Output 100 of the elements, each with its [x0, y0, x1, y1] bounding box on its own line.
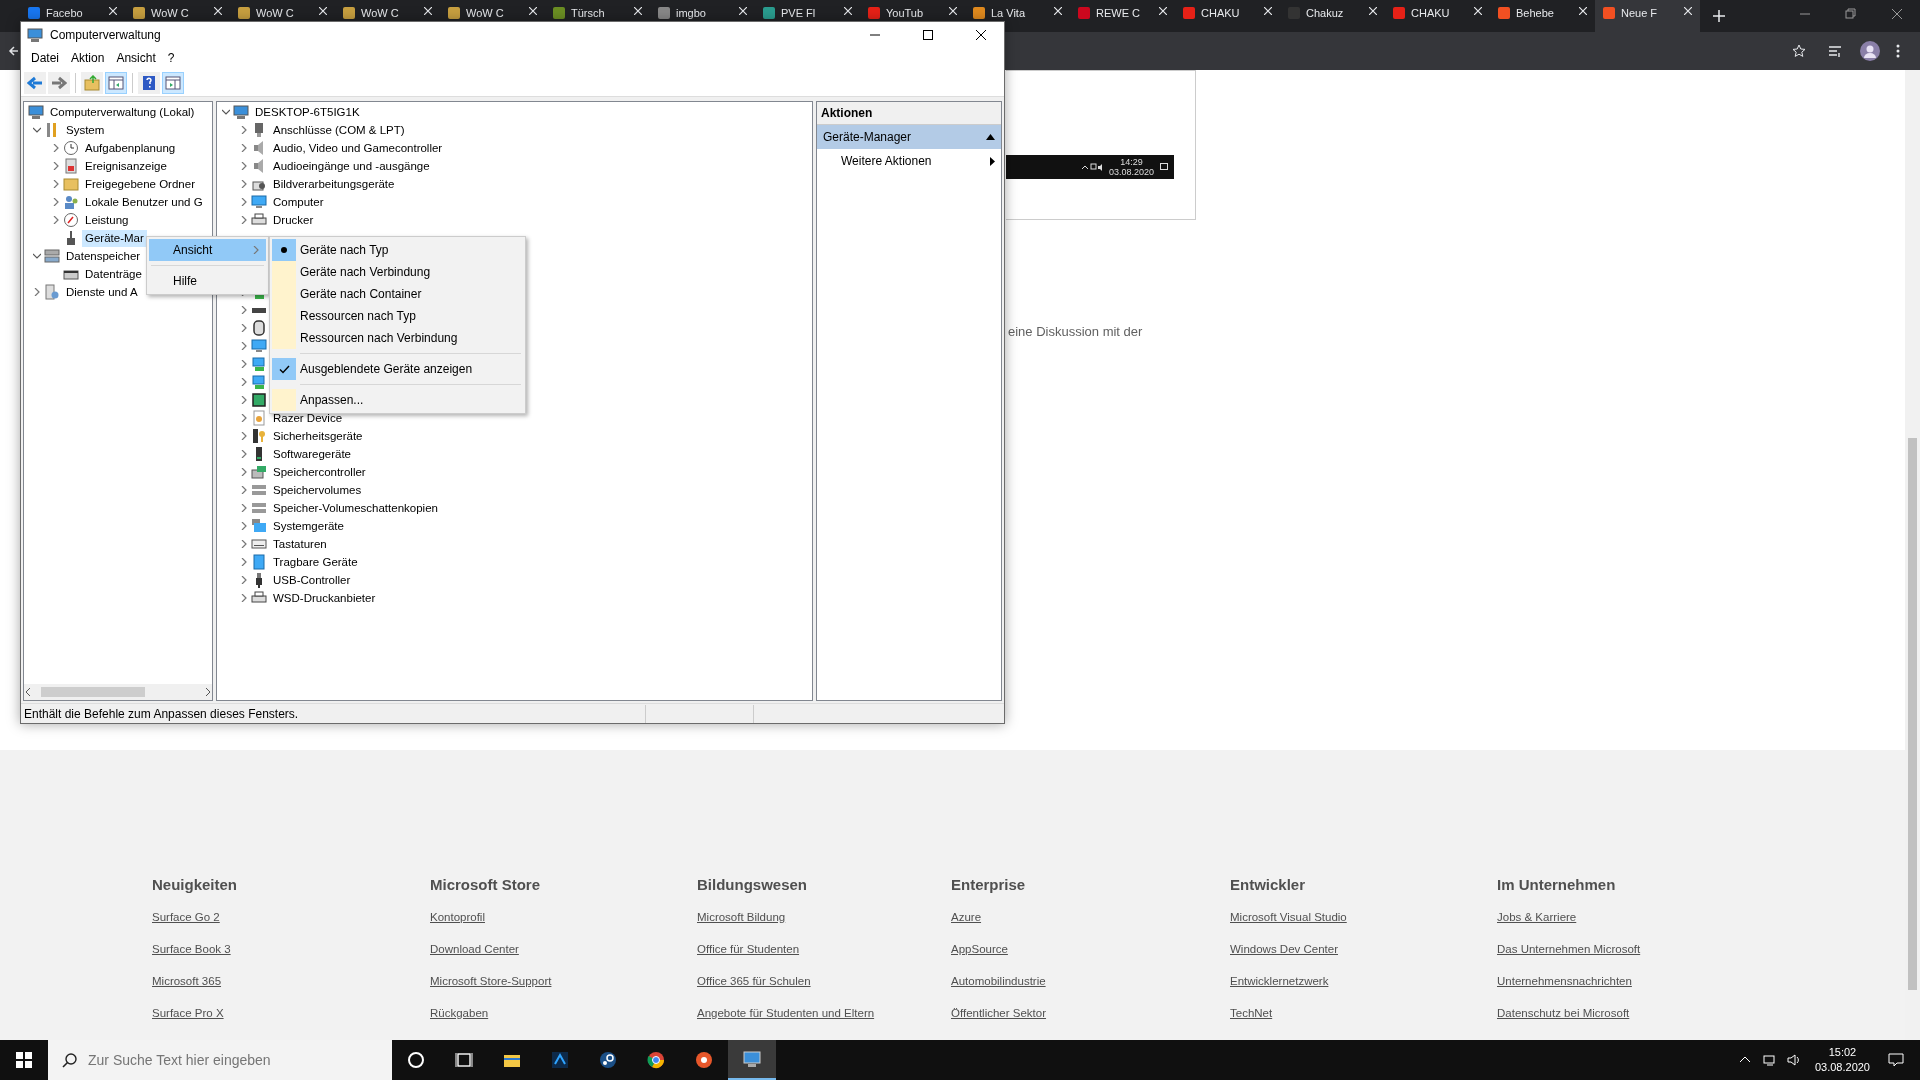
tree-item[interactable]: Audio, Video und Gamecontroller [270, 139, 446, 157]
menu-item[interactable]: Anpassen... [272, 389, 523, 411]
chevron-icon[interactable] [52, 162, 60, 170]
footer-link[interactable]: TechNet [1230, 1004, 1273, 1037]
tree-item[interactable]: Datenspeicher [63, 247, 144, 265]
menu-item[interactable]: Hilfe [149, 270, 266, 292]
chevron-icon[interactable] [222, 108, 230, 116]
back-icon[interactable] [8, 45, 20, 57]
maximize-icon[interactable] [923, 29, 933, 40]
footer-link[interactable]: Öffentlicher Sektor [951, 1004, 1047, 1037]
chevron-icon[interactable] [240, 342, 248, 350]
network-icon[interactable] [1762, 1054, 1775, 1066]
chevron-icon[interactable] [33, 288, 41, 296]
chevron-icon[interactable] [240, 144, 248, 152]
tree-item[interactable]: Razer Device [270, 409, 346, 427]
browser-tab[interactable]: WoW C [230, 0, 335, 21]
tree-item[interactable]: Leistung [82, 211, 132, 229]
tree-item[interactable]: Bildverarbeitungsgeräte [270, 175, 398, 193]
tree-item[interactable]: Speicher-Volumeschattenkopien [270, 499, 441, 517]
footer-link[interactable]: Surface Pro X [152, 1004, 224, 1037]
menu-item[interactable]: Geräte nach Container [272, 283, 523, 305]
tree-item[interactable]: Sicherheitsgeräte [270, 427, 366, 445]
chevron-icon[interactable] [240, 396, 248, 404]
search-field[interactable]: Zur Suche Text hier eingeben [48, 1040, 392, 1080]
tree-item[interactable]: WSD-Druckanbieter [270, 589, 379, 607]
browser-tab[interactable]: Türsch [545, 0, 650, 21]
tree-item[interactable]: Tragbare Geräte [270, 553, 361, 571]
browser-tab[interactable]: WoW C [335, 0, 440, 21]
browser-tab[interactable]: PVE Fl [755, 0, 860, 21]
footer-link[interactable]: Microsoft 365 [152, 972, 222, 1005]
browser-tab[interactable]: Facebo [20, 0, 125, 21]
action-link[interactable]: Weitere Aktionen [817, 149, 1001, 173]
chevron-icon[interactable] [52, 198, 60, 206]
footer-link[interactable]: AppSource [951, 940, 1008, 973]
footer-link[interactable]: Azure [951, 908, 982, 941]
footer-link[interactable]: Surface Go 2 [152, 908, 220, 941]
chevron-icon[interactable] [240, 360, 248, 368]
tree-item[interactable]: Dienste und A [63, 283, 141, 301]
close-icon[interactable] [976, 29, 986, 40]
chevron-icon[interactable] [240, 414, 248, 422]
browser-tab[interactable]: CHAKU [1175, 0, 1280, 21]
tree-item[interactable]: Systemgeräte [270, 517, 347, 535]
menu-item[interactable]: Ressourcen nach Typ [272, 305, 523, 327]
footer-link[interactable]: Angebote für Studenten und Eltern [697, 1004, 875, 1037]
footer-link[interactable]: Microsoft Store-Support [430, 972, 552, 1005]
chevron-icon[interactable] [240, 540, 248, 548]
browser-tab[interactable]: REWE C [1070, 0, 1175, 21]
tree-item[interactable]: System [63, 121, 108, 139]
chevron-icon[interactable] [240, 486, 248, 494]
toolbar-button[interactable] [105, 71, 127, 94]
browser-tab[interactable]: WoW C [125, 0, 230, 21]
tree-item[interactable]: Freigegebene Ordner [82, 175, 198, 193]
browser-tab[interactable]: CHAKU [1385, 0, 1490, 21]
menu-item[interactable]: Datei [25, 49, 65, 67]
scroll-right-icon[interactable] [204, 688, 212, 696]
browser-tab[interactable]: Neue F [1595, 0, 1700, 32]
footer-link[interactable]: Microsoft Visual Studio [1230, 908, 1347, 941]
footer-link[interactable]: Kontoprofil [430, 908, 485, 941]
chevron-icon[interactable] [240, 180, 248, 188]
browser-tab[interactable]: imgbo [650, 0, 755, 21]
footer-link[interactable]: Windows Dev Center [1230, 940, 1338, 973]
toolbar-button[interactable] [81, 71, 103, 94]
tree-item[interactable]: USB-Controller [270, 571, 354, 589]
chevron-icon[interactable] [52, 144, 60, 152]
footer-link[interactable]: Office 365 für Schulen [697, 972, 811, 1005]
chevron-icon[interactable] [240, 576, 248, 584]
scrollbar[interactable] [24, 684, 212, 700]
tree-item[interactable]: Computer [270, 193, 327, 211]
toolbar-button[interactable] [162, 71, 184, 94]
tree-item[interactable]: Computerverwaltung (Lokal) [47, 103, 198, 121]
section-header[interactable]: Geräte-Manager [817, 125, 1001, 149]
tree-item[interactable]: Drucker [270, 211, 317, 229]
footer-link[interactable]: Microsoft Bildung [697, 908, 786, 941]
chevron-icon[interactable] [240, 216, 248, 224]
avatar-icon[interactable] [1860, 41, 1880, 61]
tree-item[interactable]: Datenträge [82, 265, 145, 283]
toolbar-button[interactable] [24, 71, 46, 94]
scroll-left-icon[interactable] [24, 688, 32, 696]
chevron-icon[interactable] [240, 306, 248, 314]
notification-icon[interactable] [1888, 1052, 1904, 1068]
volume-icon[interactable] [1786, 1054, 1799, 1066]
restore-icon[interactable] [1845, 8, 1857, 20]
tree-item[interactable]: Tastaturen [270, 535, 330, 553]
browser-tab[interactable]: YouTub [860, 0, 965, 21]
menu-item[interactable]: Ressourcen nach Verbindung [272, 327, 523, 349]
new-tab-icon[interactable] [1713, 10, 1725, 22]
footer-link[interactable]: Entwicklernetzwerk [1230, 972, 1329, 1005]
footer-link[interactable]: Surface Book 3 [152, 940, 231, 973]
toolbar-button[interactable] [48, 71, 70, 94]
chevron-icon[interactable] [240, 378, 248, 386]
close-icon[interactable] [1891, 8, 1903, 20]
menu-item[interactable]: Aktion [65, 49, 111, 67]
tree-item[interactable]: Lokale Benutzer und G [82, 193, 206, 211]
chevron-icon[interactable] [33, 126, 41, 134]
footer-link[interactable]: Automobilindustrie [951, 972, 1046, 1005]
tree-item[interactable]: Aufgabenplanung [82, 139, 179, 157]
footer-link[interactable]: Download Center [430, 940, 519, 973]
chevron-icon[interactable] [240, 198, 248, 206]
chevron-icon[interactable] [240, 504, 248, 512]
chevron-icon[interactable] [52, 216, 60, 224]
